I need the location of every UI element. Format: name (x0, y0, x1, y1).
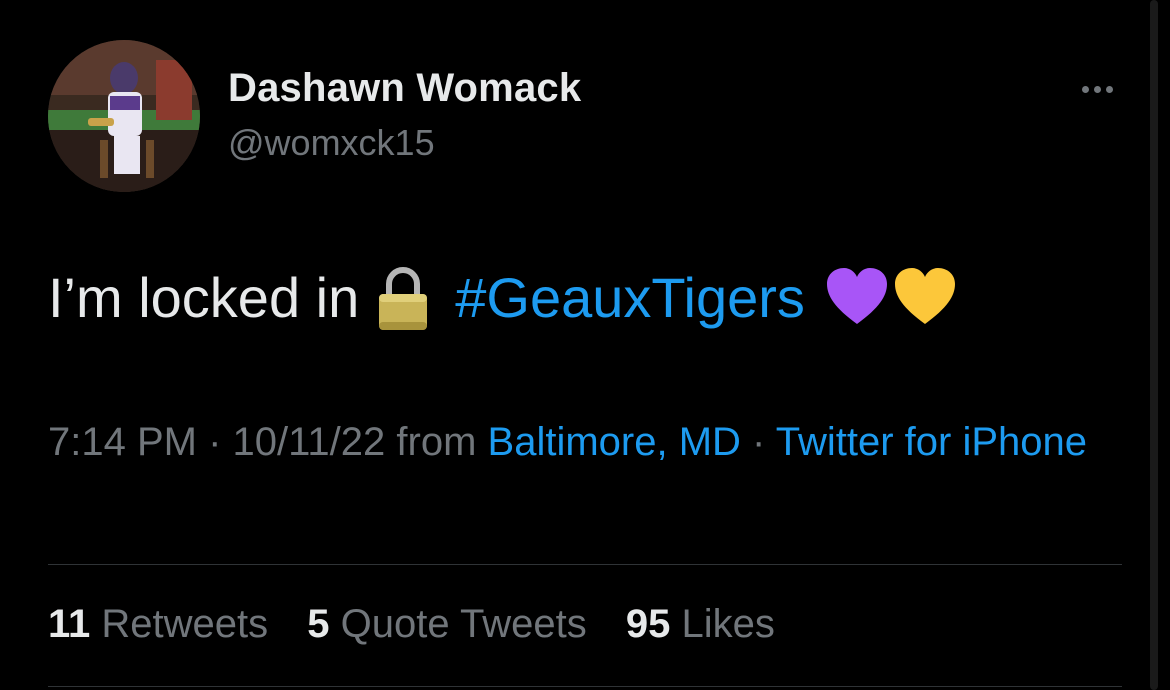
quotes-count: 5 (307, 602, 330, 646)
source-link[interactable]: Twitter for iPhone (776, 420, 1087, 464)
from-label: from (396, 420, 477, 464)
retweets-label: Retweets (101, 602, 269, 646)
retweets-stat[interactable]: 11 Retweets (48, 602, 268, 646)
more-icon-dot (1093, 85, 1101, 93)
likes-stat[interactable]: 95 Likes (626, 602, 775, 646)
avatar-photo-icon (48, 40, 200, 192)
tweet-stats: 11 Retweets 5 Quote Tweets 95 Likes (48, 598, 803, 650)
divider-bottom (48, 686, 1122, 687)
divider (48, 564, 1122, 565)
tweet-text-body: I’m locked in (48, 266, 360, 329)
hashtag-link[interactable]: #GeauxTigers (455, 262, 805, 334)
author-display-name[interactable]: Dashawn Womack (228, 66, 581, 111)
likes-label: Likes (681, 602, 775, 646)
location-link[interactable]: Baltimore, MD (488, 420, 741, 464)
tweet-time[interactable]: 7:14 PM (48, 420, 197, 464)
quotes-label: Quote Tweets (340, 602, 587, 646)
likes-count: 95 (625, 602, 671, 646)
scrollbar[interactable] (1150, 0, 1158, 690)
meta-separator-2: · (752, 420, 766, 464)
tweet-text: I’m locked in #GeauxTigers (48, 262, 957, 334)
more-button[interactable] (1072, 74, 1122, 104)
author-handle[interactable]: @womxck15 (228, 122, 435, 164)
lock-icon (379, 267, 428, 330)
tweet-date[interactable]: 10/11/22 (233, 420, 386, 464)
more-icon-dot (1105, 85, 1113, 93)
purple-heart-icon (826, 268, 887, 324)
quotes-stat[interactable]: 5 Quote Tweets (307, 602, 586, 646)
meta-separator: · (208, 420, 222, 464)
tweet-detail: Dashawn Womack @womxck15 I’m locked in #… (0, 0, 1170, 690)
yellow-heart-icon (894, 268, 955, 324)
retweets-count: 11 (48, 602, 91, 646)
tweet-meta: 7:14 PM · 10/11/22 from Baltimore, MD · … (48, 412, 1128, 472)
more-icon (1081, 85, 1089, 93)
avatar[interactable] (48, 40, 200, 192)
